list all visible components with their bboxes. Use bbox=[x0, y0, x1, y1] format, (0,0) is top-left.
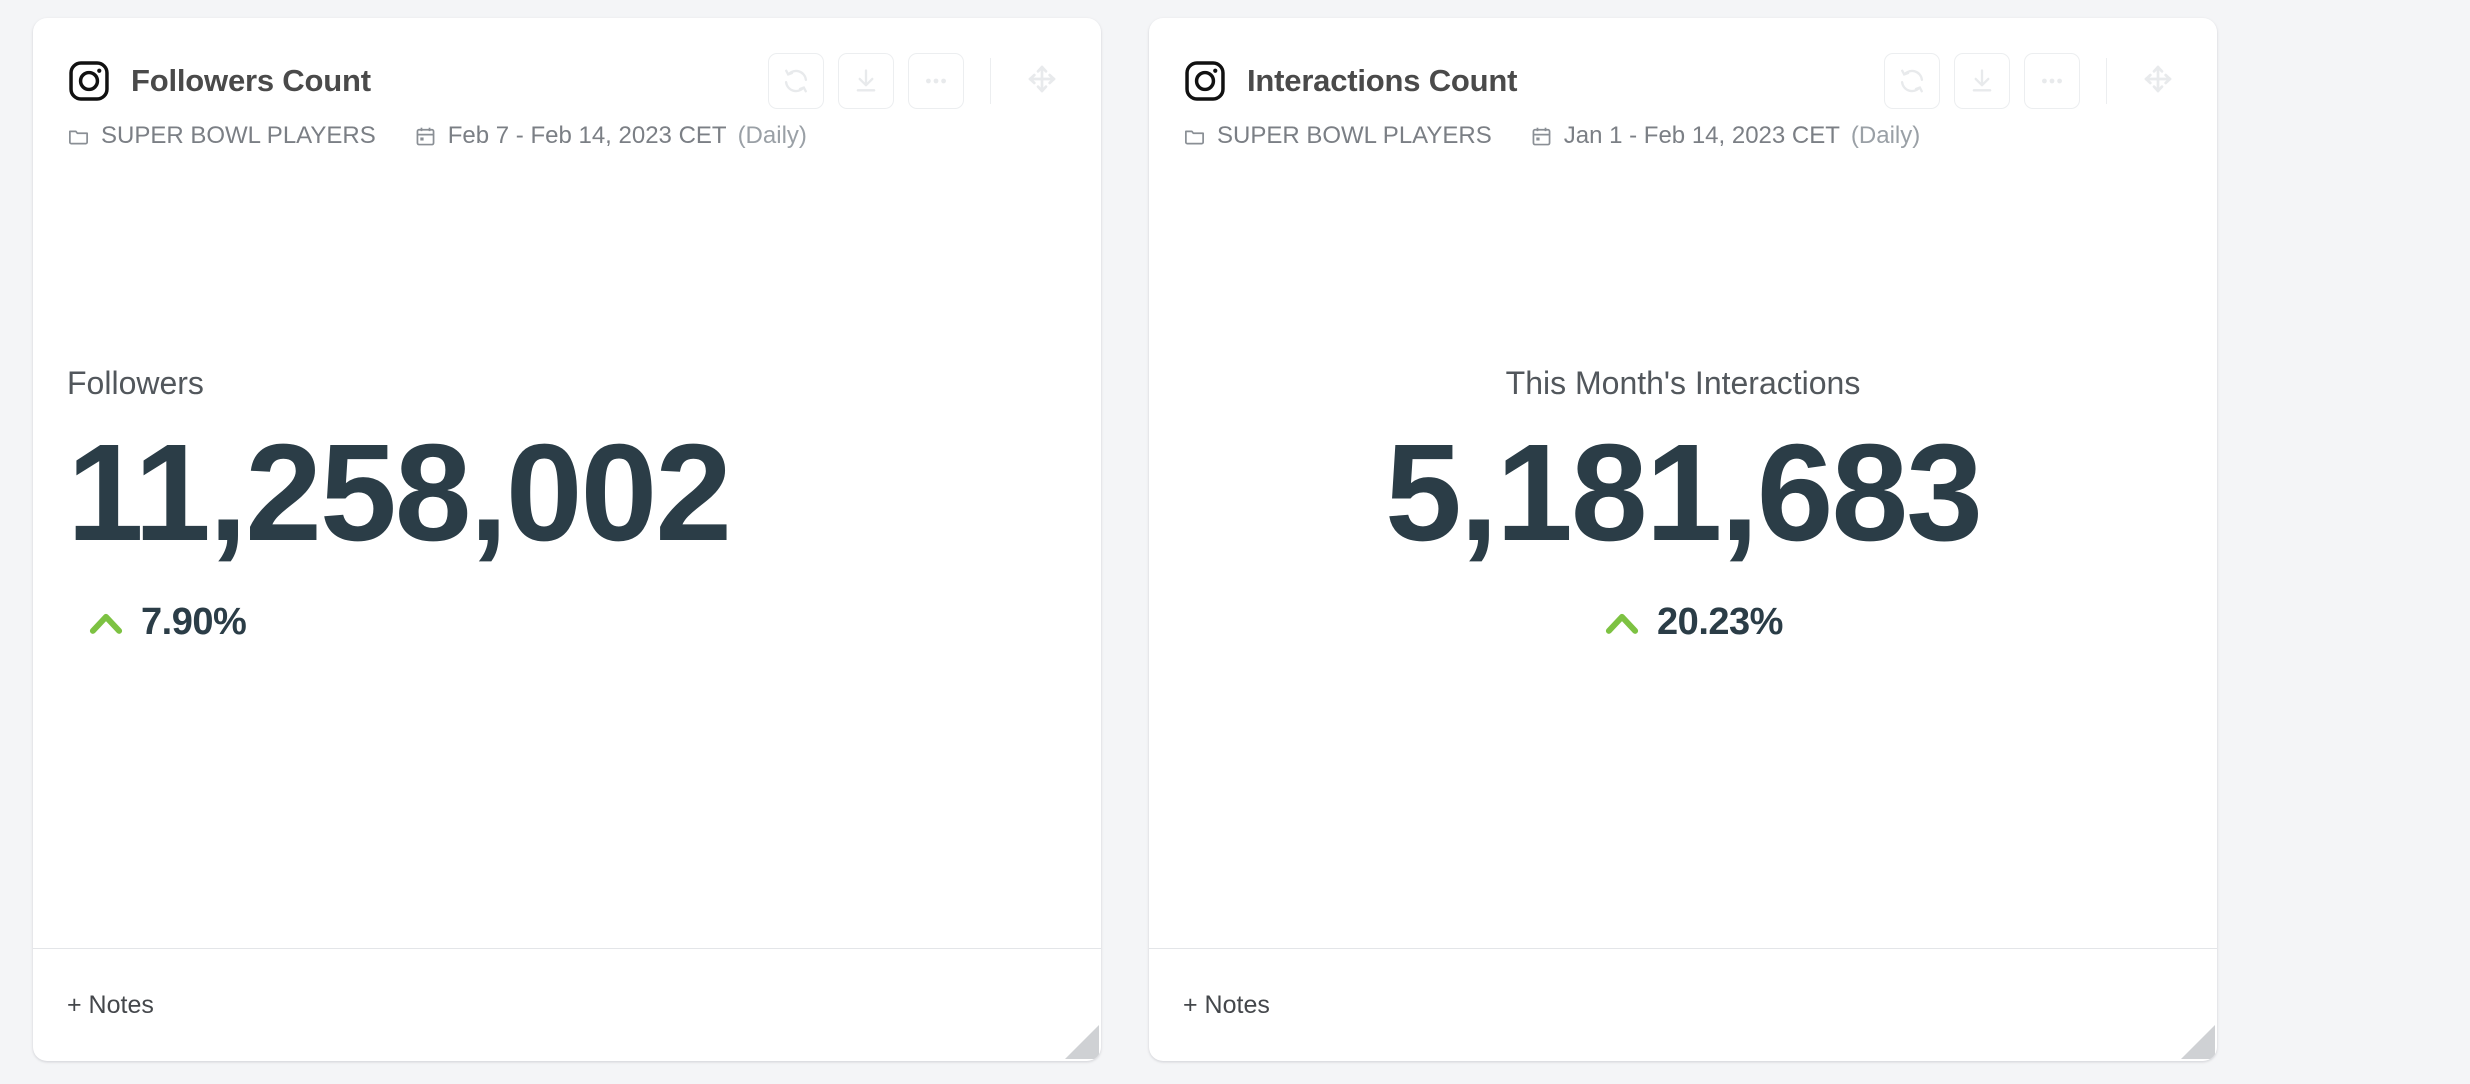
meta-date-label: Jan 1 - Feb 14, 2023 CET bbox=[1563, 122, 1840, 149]
refresh-button[interactable] bbox=[768, 53, 824, 109]
add-notes-button[interactable]: + Notes bbox=[67, 991, 154, 1020]
meta-date-range: Jan 1 - Feb 14, 2023 CET (Daily) bbox=[1530, 122, 1920, 150]
card-meta: SUPER BOWL PLAYERS Jan 1 - Feb 14, 2023 … bbox=[1149, 104, 2217, 150]
card-actions bbox=[768, 53, 1067, 109]
page-title: Followers Count bbox=[131, 63, 371, 98]
actions-divider bbox=[990, 58, 991, 104]
more-options-button[interactable] bbox=[2024, 53, 2080, 109]
card-meta: SUPER BOWL PLAYERS Feb 7 - Feb 14, 2023 … bbox=[33, 104, 1101, 150]
actions-divider bbox=[2106, 58, 2107, 104]
chevron-up-icon bbox=[85, 602, 127, 644]
more-options-icon bbox=[2038, 67, 2066, 95]
refresh-icon bbox=[782, 67, 810, 95]
move-handle-button[interactable] bbox=[1017, 56, 1067, 106]
resize-handle[interactable] bbox=[1063, 1023, 1099, 1059]
move-handle-button[interactable] bbox=[2133, 56, 2183, 106]
instagram-icon bbox=[67, 59, 111, 103]
folder-icon bbox=[67, 125, 90, 148]
meta-group: SUPER BOWL PLAYERS bbox=[1183, 122, 1492, 150]
widget-card-followers-count: Followers Count SUPER BOWL PLAYERS Feb 7… bbox=[33, 18, 1101, 1061]
add-notes-button[interactable]: + Notes bbox=[1183, 991, 1270, 1020]
meta-group-label: SUPER BOWL PLAYERS bbox=[101, 122, 376, 149]
card-footer: + Notes bbox=[33, 948, 1101, 1061]
card-body: Followers 11,258,002 7.90% bbox=[33, 150, 1101, 948]
card-body: This Month's Interactions 5,181,683 20.2… bbox=[1149, 150, 2217, 948]
card-header: Interactions Count bbox=[1149, 18, 2217, 109]
calendar-icon bbox=[414, 125, 437, 148]
widget-dashboard: Followers Count SUPER BOWL PLAYERS Feb 7… bbox=[0, 0, 2470, 1084]
meta-group: SUPER BOWL PLAYERS bbox=[67, 122, 376, 150]
move-handle-icon bbox=[2141, 62, 2175, 101]
widget-card-interactions-count: Interactions Count SUPER BOWL PLAYERS Ja… bbox=[1149, 18, 2217, 1061]
download-button[interactable] bbox=[1954, 53, 2010, 109]
refresh-icon bbox=[1898, 67, 1926, 95]
more-options-button[interactable] bbox=[908, 53, 964, 109]
instagram-icon bbox=[1183, 59, 1227, 103]
metric-label: Followers bbox=[67, 364, 204, 401]
refresh-button[interactable] bbox=[1884, 53, 1940, 109]
metric-value: 5,181,683 bbox=[1385, 416, 1983, 571]
download-button[interactable] bbox=[838, 53, 894, 109]
download-icon bbox=[1968, 67, 1996, 95]
folder-icon bbox=[1183, 125, 1206, 148]
resize-handle[interactable] bbox=[2179, 1023, 2215, 1059]
move-handle-icon bbox=[1025, 62, 1059, 101]
card-header: Followers Count bbox=[33, 18, 1101, 109]
meta-granularity-label: (Daily) bbox=[737, 122, 807, 149]
page-title: Interactions Count bbox=[1247, 63, 1518, 98]
meta-date-range: Feb 7 - Feb 14, 2023 CET (Daily) bbox=[414, 122, 807, 150]
metric-label: This Month's Interactions bbox=[1505, 364, 1861, 401]
chevron-up-icon bbox=[1601, 602, 1643, 644]
card-footer: + Notes bbox=[1149, 948, 2217, 1061]
download-icon bbox=[852, 67, 880, 95]
metric-delta-value: 7.90% bbox=[141, 601, 247, 644]
meta-granularity-label: (Daily) bbox=[1850, 122, 1921, 149]
card-actions bbox=[1884, 53, 2183, 109]
metric-value: 11,258,002 bbox=[67, 416, 732, 571]
metric-delta: 20.23% bbox=[1583, 601, 1783, 644]
meta-group-label: SUPER BOWL PLAYERS bbox=[1217, 122, 1492, 149]
meta-date-label: Feb 7 - Feb 14, 2023 CET bbox=[447, 122, 727, 149]
metric-delta: 7.90% bbox=[67, 601, 247, 644]
more-options-icon bbox=[922, 67, 950, 95]
calendar-icon bbox=[1530, 125, 1553, 148]
metric-delta-value: 20.23% bbox=[1657, 601, 1783, 644]
